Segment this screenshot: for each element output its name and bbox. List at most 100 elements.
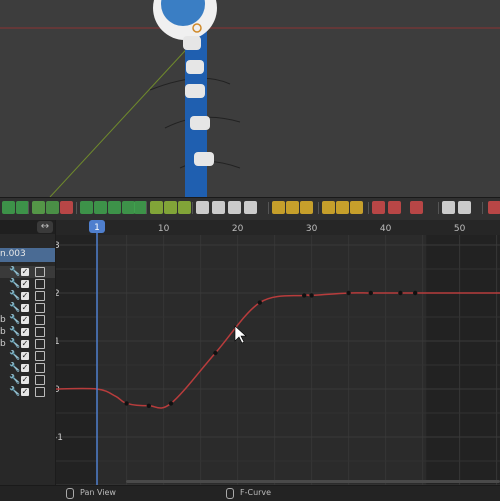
keyframe-point[interactable]	[368, 290, 373, 296]
wrench-icon[interactable]: 🔧	[9, 266, 20, 278]
toolbar-tool-icon[interactable]	[80, 201, 93, 214]
channel-row[interactable]: 🔧 ✓	[0, 350, 55, 362]
toolbar-tool-icon[interactable]	[228, 201, 241, 214]
channel-row[interactable]: 🔧 ✓	[0, 362, 55, 374]
channel-visibility-checkbox[interactable]: ✓	[21, 328, 29, 336]
toolbar-tool-icon[interactable]	[178, 201, 191, 214]
toolbar-tool-icon[interactable]	[336, 201, 349, 214]
channel-list[interactable]: ↔ n.003 🔧 ✓ 🔧 ✓ 🔧 ✓ 🔧 ✓ b 🔧 ✓ b 🔧 ✓ b 🔧 ✓ 🔧 ✓ 🔧 ✓ 🔧 ✓ 🔧 ✓	[0, 220, 56, 485]
toolbar-tool-icon[interactable]	[60, 201, 73, 214]
keyframe-point[interactable]	[413, 290, 418, 296]
channel-row[interactable]: 🔧 ✓	[0, 266, 55, 278]
lock-icon[interactable]	[35, 339, 45, 349]
graph-area[interactable]: 10203040503210-11	[56, 220, 500, 485]
status-fcurve: F-Curve	[240, 488, 272, 497]
wrench-icon[interactable]: 🔧	[9, 362, 20, 374]
toolbar-tool-icon[interactable]	[108, 201, 121, 214]
frame-tick-label: 50	[454, 224, 466, 234]
lock-icon[interactable]	[35, 291, 45, 301]
channel-visibility-checkbox[interactable]: ✓	[21, 388, 29, 396]
channel-visibility-checkbox[interactable]: ✓	[21, 316, 29, 324]
toolbar-tool-icon[interactable]	[458, 201, 471, 214]
channel-visibility-checkbox[interactable]: ✓	[21, 364, 29, 372]
lock-icon[interactable]	[35, 279, 45, 289]
channel-search-bar[interactable]: ↔	[0, 220, 55, 234]
toolbar-tool-icon[interactable]	[94, 201, 107, 214]
toolbar-tool-icon[interactable]	[410, 201, 423, 214]
keyframe-point[interactable]	[146, 403, 151, 408]
lock-icon[interactable]	[35, 351, 45, 361]
keyframe-point[interactable]	[346, 290, 351, 296]
channel-group-header[interactable]: n.003	[0, 248, 55, 262]
channel-visibility-checkbox[interactable]: ✓	[21, 376, 29, 384]
keyframe-point[interactable]	[309, 293, 314, 298]
channel-visibility-checkbox[interactable]: ✓	[21, 352, 29, 360]
keyframe-point[interactable]	[302, 293, 307, 298]
channel-row[interactable]: b 🔧 ✓	[0, 338, 55, 350]
toolbar-tool-icon[interactable]	[244, 201, 257, 214]
wrench-icon[interactable]: 🔧	[9, 374, 20, 386]
3d-viewport[interactable]	[0, 0, 500, 197]
channel-visibility-checkbox[interactable]: ✓	[21, 340, 29, 348]
viewport-scene	[0, 0, 500, 197]
wrench-icon[interactable]: 🔧	[9, 278, 20, 290]
toolbar-tool-icon[interactable]	[322, 201, 335, 214]
swap-arrows-icon[interactable]: ↔	[37, 221, 53, 233]
lock-icon[interactable]	[35, 303, 45, 313]
toolbar-tool-icon[interactable]	[46, 201, 59, 214]
channel-visibility-checkbox[interactable]: ✓	[21, 268, 29, 276]
toolbar-tool-icon[interactable]	[442, 201, 455, 214]
frame-ruler[interactable]	[56, 220, 500, 235]
toolbar-tool-icon[interactable]	[286, 201, 299, 214]
channel-row[interactable]: 🔧 ✓	[0, 386, 55, 398]
toolbar-tool-icon[interactable]	[488, 201, 500, 214]
value-tick-label: 2	[56, 289, 60, 299]
toolbar-tool-icon[interactable]	[300, 201, 313, 214]
bone-ring	[190, 116, 210, 130]
channel-row[interactable]: 🔧 ✓	[0, 374, 55, 386]
channel-row[interactable]: 🔧 ✓	[0, 290, 55, 302]
lock-icon[interactable]	[35, 387, 45, 397]
wrench-icon[interactable]: 🔧	[9, 314, 20, 326]
channel-row[interactable]: b 🔧 ✓	[0, 314, 55, 326]
channel-row[interactable]: 🔧 ✓	[0, 278, 55, 290]
wrench-icon[interactable]: 🔧	[9, 290, 20, 302]
lock-icon[interactable]	[35, 327, 45, 337]
frame-tick-label: 40	[380, 224, 392, 234]
toolbar-tool-icon[interactable]	[150, 201, 163, 214]
lock-icon[interactable]	[35, 267, 45, 277]
toolbar-tool-icon[interactable]	[372, 201, 385, 214]
wrench-icon[interactable]: 🔧	[9, 302, 20, 314]
toolbar-tool-icon[interactable]	[212, 201, 225, 214]
toolbar-tool-icon[interactable]	[350, 201, 363, 214]
toolbar-tool-icon[interactable]	[32, 201, 45, 214]
keyframe-point[interactable]	[124, 401, 129, 406]
channel-visibility-checkbox[interactable]: ✓	[21, 304, 29, 312]
wrench-icon[interactable]: 🔧	[9, 326, 20, 338]
toolbar-tool-icon[interactable]	[2, 201, 15, 214]
keyframe-point[interactable]	[398, 290, 403, 296]
lock-icon[interactable]	[35, 375, 45, 385]
value-tick-label: 3	[56, 241, 60, 251]
keyframe-point[interactable]	[257, 300, 262, 305]
wrench-icon[interactable]: 🔧	[9, 338, 20, 350]
horizontal-scrollbar[interactable]	[126, 480, 500, 483]
lock-icon[interactable]	[35, 315, 45, 325]
channel-visibility-checkbox[interactable]: ✓	[21, 292, 29, 300]
toolbar-separator	[368, 202, 369, 214]
lock-icon[interactable]	[35, 363, 45, 373]
wrench-icon[interactable]: 🔧	[9, 350, 20, 362]
keyframe-point[interactable]	[213, 350, 218, 356]
toolbar-tool-icon[interactable]	[388, 201, 401, 214]
channel-visibility-checkbox[interactable]: ✓	[21, 280, 29, 288]
toolbar-tool-icon[interactable]	[196, 201, 209, 214]
graph-editor-toolbar	[0, 197, 500, 221]
fcurve-graph[interactable]: 10203040503210-11	[56, 220, 500, 485]
keyframe-point[interactable]	[168, 401, 174, 406]
channel-row[interactable]: b 🔧 ✓	[0, 326, 55, 338]
channel-row[interactable]: 🔧 ✓	[0, 302, 55, 314]
wrench-icon[interactable]: 🔧	[9, 386, 20, 398]
toolbar-tool-icon[interactable]	[272, 201, 285, 214]
toolbar-tool-icon[interactable]	[164, 201, 177, 214]
out-of-range-right	[426, 220, 500, 485]
